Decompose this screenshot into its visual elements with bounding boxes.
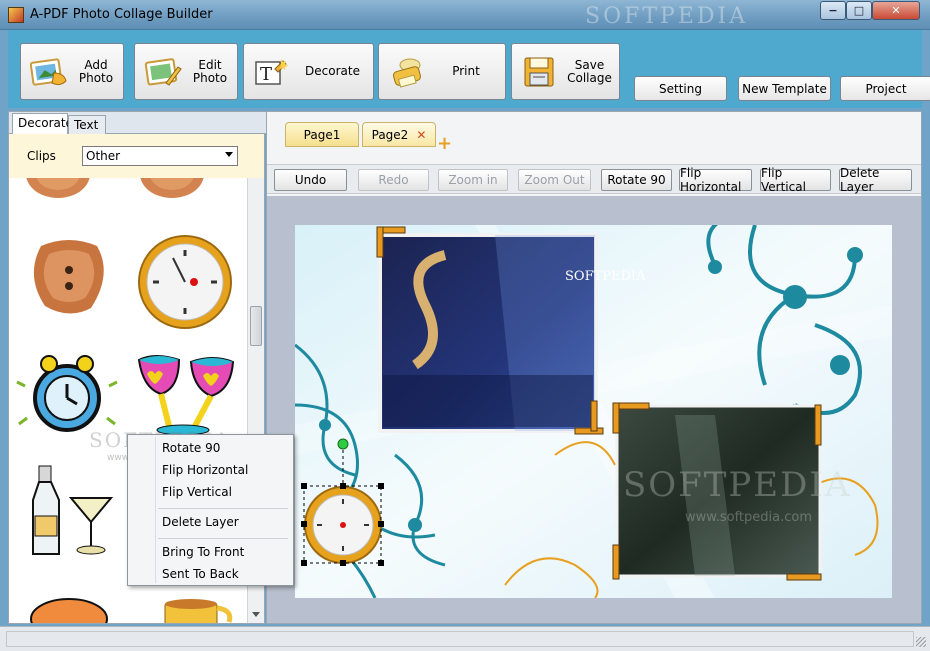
svg-text:T: T [260,64,272,85]
menu-item-bring-to-front[interactable]: Bring To Front [162,545,244,559]
redo-button[interactable]: Redo [358,169,429,191]
zoom-out-button[interactable]: Zoom Out [518,169,591,191]
photo1-watermark: SOFTPEDIA [565,269,646,284]
menu-separator [158,508,288,509]
flip-vertical-button[interactable]: Flip Vertical [760,166,831,194]
close-button[interactable]: ✕ [872,1,920,20]
photo2-watermark: SOFTPEDIA [623,465,852,505]
flip-horizontal-button[interactable]: Flip Horizontal [679,166,752,194]
scrollbar-thumb[interactable] [250,306,262,346]
bottle-clip[interactable] [19,460,123,567]
edit-photo-button[interactable]: Edit Photo [134,43,238,100]
maximize-button[interactable]: □ [846,1,872,20]
minimize-button[interactable]: − [820,1,846,20]
status-section [6,631,914,647]
print-button[interactable]: Print [378,43,506,100]
menu-item-flip-horizontal[interactable]: Flip Horizontal [162,463,248,477]
menu-gutter [155,437,156,583]
clips-select[interactable]: Other [82,146,238,166]
decorate-label: Decorate [305,64,360,78]
collage-canvas[interactable]: SOFTPEDIA SOFTPEDIA www.softpedia.com [295,225,892,598]
project-button[interactable]: Project [840,76,930,101]
add-photo-button[interactable]: Add Photo [20,43,124,100]
print-icon [387,53,427,91]
menu-item-delete-layer[interactable]: Delete Layer [162,515,239,529]
tab-decorate[interactable]: Decorate [12,113,73,135]
close-tab-icon[interactable]: ✕ [416,128,426,142]
save-icon [520,53,560,91]
print-label: Print [452,64,480,78]
clips-label: Clips [27,149,56,163]
main-toolbar: Add Photo Edit Photo T Decorate Print Sa… [8,30,930,108]
button-clip-partial-2[interactable] [137,178,207,205]
menu-item-rotate[interactable]: Rotate 90 [162,441,220,455]
new-template-button[interactable]: New Template [738,76,831,101]
tab-page2[interactable]: Page2 ✕ [362,122,436,147]
clips-filter: Clips Other [9,134,264,178]
app-icon [8,7,24,23]
delete-layer-button[interactable]: Delete Layer [839,166,912,194]
save-collage-button[interactable]: Save Collage [511,43,620,100]
window-title: A-PDF Photo Collage Builder [30,7,213,22]
button-clip-partial-1[interactable] [23,178,93,205]
add-page-icon[interactable]: + [437,133,452,154]
tab-page2-label: Page2 [371,127,409,142]
action-bar: Undo Redo Zoom in Zoom Out Rotate 90 Fli… [267,164,921,194]
menu-item-flip-vertical[interactable]: Flip Vertical [162,485,232,499]
edit-photo-label: Edit Photo [192,57,228,85]
chevron-down-icon [225,152,233,157]
menu-separator [158,538,288,539]
add-photo-label: Add Photo [78,57,114,85]
resize-grip-icon[interactable] [916,637,926,647]
clips-select-value: Other [86,149,121,163]
photo2-watermark-url: www.softpedia.com [685,510,812,525]
add-photo-icon [29,53,69,91]
tab-page1-label: Page1 [303,127,341,142]
undo-button[interactable]: Undo [274,169,347,191]
setting-button[interactable]: Setting [634,76,727,101]
zoom-in-button[interactable]: Zoom in [438,169,508,191]
clock-clip[interactable] [133,228,239,337]
menu-item-send-to-back[interactable]: Sent To Back [162,567,239,581]
tab-page1[interactable]: Page1 [285,122,359,147]
status-bar [0,626,930,651]
scroll-down-icon[interactable] [252,612,260,617]
sign-clip[interactable] [29,593,109,623]
rotate-button[interactable]: Rotate 90 [601,169,672,191]
wooden-button-clip[interactable] [21,228,117,327]
decorate-button[interactable]: T Decorate [243,43,374,100]
decorate-icon: T [252,53,292,91]
context-menu: Rotate 90 Flip Horizontal Flip Vertical … [127,434,294,586]
title-watermark: SOFTPEDIA [585,4,749,29]
panel-tabs: Decorate Text [9,112,266,135]
mug-clip[interactable] [159,596,239,623]
title-bar: A-PDF Photo Collage Builder SOFTPEDIA − … [0,0,930,30]
edit-photo-icon [143,53,183,91]
tab-text[interactable]: Text [68,115,106,135]
save-collage-label: Save Collage [567,57,612,85]
